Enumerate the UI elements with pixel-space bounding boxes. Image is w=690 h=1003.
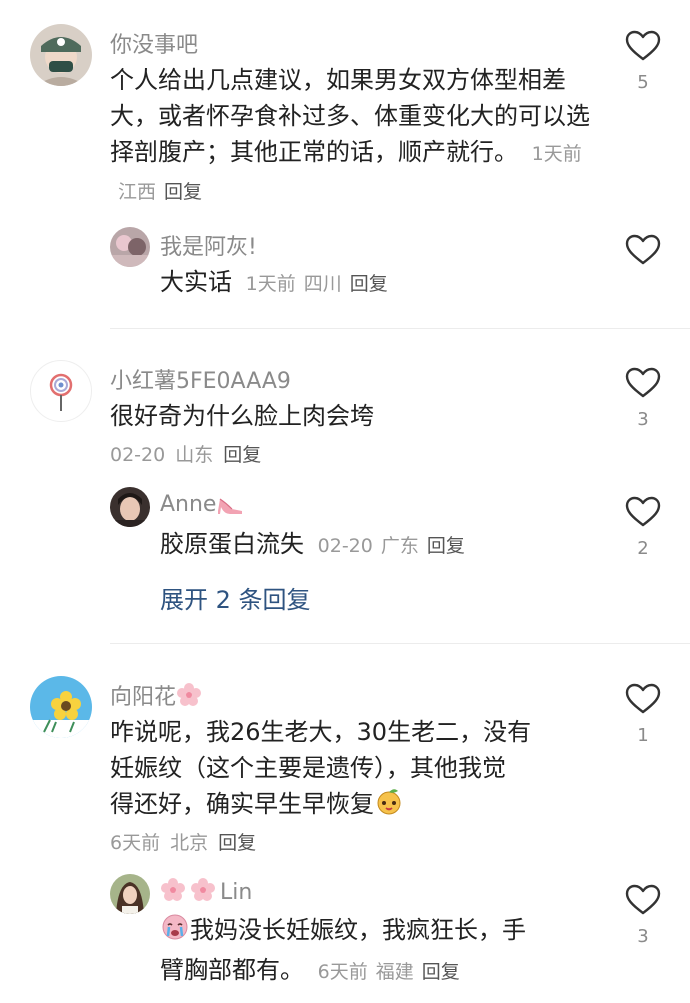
reply-line-text: 臂胸部都有。 [160,956,304,984]
reply-button[interactable]: 回复 [223,444,261,466]
reply-body: 胶原蛋白流失 [160,530,304,558]
expand-replies-button[interactable]: 展开 2 条回复 [160,580,311,615]
heart-outline-icon [625,884,661,915]
reply-username[interactable]: Lin [160,877,252,909]
reply-location: 四川 [303,273,342,295]
comment-meta: 02-20 山东 回复 [110,440,261,467]
reply-time: 1天前 [245,273,296,295]
reply-meta: 6天前 福建 回复 [318,961,460,983]
reply-text: 胶原蛋白流失 02-20 广东 回复 [160,526,600,564]
reply-line: 我妈没长妊娠纹，我疯狂长，手 [160,912,600,952]
reply-line-text: 我妈没长妊娠纹，我疯狂长，手 [190,916,526,944]
avatar[interactable] [110,227,150,267]
crying-face-emoji [160,912,190,952]
comment-location: 江西 [118,181,157,203]
avatar[interactable] [110,874,150,914]
reply-button[interactable]: 回复 [427,535,465,557]
comment-line: 妊娠纹（这个主要是遗传），其他我觉 [110,754,506,782]
cherry-blossom-emoji [160,877,186,909]
divider [110,643,690,644]
reply-button[interactable]: 回复 [218,832,256,854]
reply-button[interactable]: 回复 [350,273,388,295]
comment-location: 山东 [175,444,214,466]
comment-meta: 6天前 北京 回复 [110,828,256,855]
reply-line: 臂胸部都有。 6天前 福建 回复 [160,952,600,990]
reply-time: 02-20 [317,535,373,557]
comment-line-text: 得还好，确实早生早恢复 [110,790,374,818]
like-count: 1 [637,725,649,746]
divider [110,328,690,329]
reply-time: 6天前 [317,961,368,983]
high-heel-emoji [216,489,244,521]
like-button[interactable]: 2 [623,496,663,559]
like-count: 3 [637,926,649,947]
heart-outline-icon [625,234,661,265]
avatar[interactable] [110,487,150,527]
comment-text: 咋说呢，我26生老大，30生老二，没有 妊娠纹（这个主要是遗传），其他我觉 得还… [110,714,590,826]
comment-line: 咋说呢，我26生老大，30生老二，没有 [110,718,532,746]
reply-text: 大实话 1天前 四川 回复 [160,264,600,302]
heart-outline-icon [625,30,661,61]
comment-username-text: 向阳花 [110,685,177,710]
like-button[interactable]: 5 [623,30,663,93]
comment-username[interactable]: 小红薯5FE0AAA9 [110,363,291,395]
cherry-blossom-emoji [176,682,202,714]
cherry-blossom-emoji [190,877,216,909]
comment-line: 得还好，确实早生早恢复 [110,786,590,826]
reply-button[interactable]: 回复 [422,961,460,983]
comment-username[interactable]: 向阳花 [110,679,202,714]
comment-body: 个人给出几点建议，如果男女双方体型相差大，或者怀孕食补过多、体重变化大的可以选择… [110,66,590,166]
reply-username[interactable]: Anne [160,489,244,521]
reply-username-text: Lin [220,880,253,905]
reply-location: 广东 [380,535,419,557]
comment-time: 6天前 [110,832,161,854]
comment-username[interactable]: 你没事吧 [110,27,198,59]
like-button[interactable]: 1 [623,683,663,746]
reply-location: 福建 [375,961,414,983]
like-button[interactable]: 3 [623,884,663,947]
like-button[interactable]: 3 [623,367,663,430]
reply-username-text: Anne [160,492,217,517]
like-count: 2 [637,538,649,559]
avatar[interactable] [30,360,92,422]
comment-time: 1天前 [531,143,582,165]
reply-meta: 1天前 四川 回复 [246,273,388,295]
comment-text: 个人给出几点建议，如果男女双方体型相差大，或者怀孕食补过多、体重变化大的可以选择… [110,62,590,210]
heart-outline-icon [625,496,661,527]
avatar[interactable] [30,676,92,738]
cute-peach-emoji [374,786,404,826]
reply-button[interactable]: 回复 [164,181,202,203]
heart-outline-icon [625,683,661,714]
reply-text: 我妈没长妊娠纹，我疯狂长，手 臂胸部都有。 6天前 福建 回复 [160,912,600,990]
like-count: 5 [637,72,649,93]
comment-text: 很好奇为什么脸上肉会垮 [110,402,374,430]
reply-meta: 02-20 广东 回复 [318,535,465,557]
like-button[interactable] [623,234,663,266]
avatar[interactable] [30,24,92,86]
like-count: 3 [637,409,649,430]
comment-time: 02-20 [110,444,166,466]
reply-username[interactable]: 我是阿灰! [160,229,257,261]
reply-body: 大实话 [160,268,232,296]
heart-outline-icon [625,367,661,398]
comment-location: 北京 [170,832,209,854]
